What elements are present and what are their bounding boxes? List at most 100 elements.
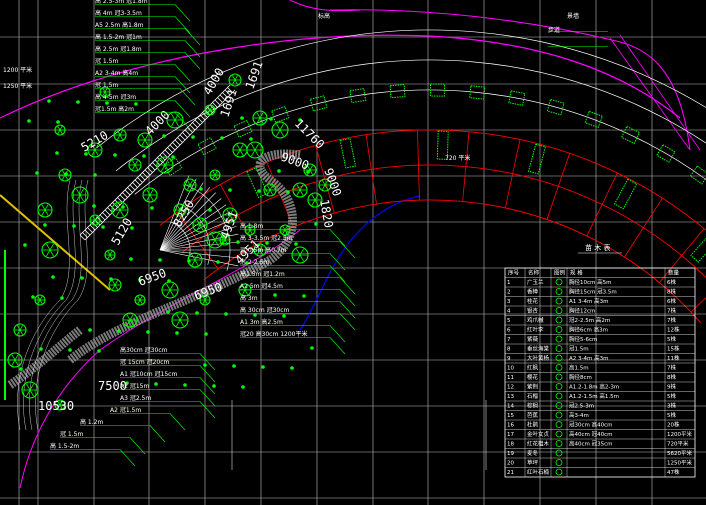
tree-symbol xyxy=(142,187,158,203)
table-cell: 7株 xyxy=(667,364,676,372)
shrub-dot xyxy=(212,384,216,388)
shrub-dot xyxy=(105,101,109,105)
water-edge xyxy=(299,195,421,331)
tree-branch xyxy=(144,139,149,146)
shrub-dot xyxy=(158,258,162,262)
tree-branch xyxy=(111,280,116,286)
table-cell: 胸径12cm xyxy=(569,307,595,315)
tree-branch xyxy=(276,129,281,137)
tree-branch xyxy=(11,359,16,366)
shrub-dot xyxy=(101,225,105,229)
table-cell: 冠1.5m xyxy=(569,346,589,353)
leader-line xyxy=(174,100,191,118)
tree-branch xyxy=(44,209,49,216)
table-cell: 4 xyxy=(507,309,511,315)
tree-branch xyxy=(212,174,216,180)
legend-symbol xyxy=(555,345,563,352)
shrub-dot xyxy=(257,189,261,193)
area-label: 1250 平米 xyxy=(3,82,32,90)
plaza-paving-radial xyxy=(365,134,377,205)
tree-branch xyxy=(59,125,63,131)
table-cell: 7 xyxy=(507,337,511,343)
road-edge xyxy=(329,9,691,151)
leader-line xyxy=(184,40,201,58)
table-cell: 麦冬 xyxy=(527,449,539,457)
tree-symbol xyxy=(104,249,116,261)
leader-line xyxy=(174,112,191,130)
tree-branch xyxy=(186,180,191,186)
tree-branch xyxy=(91,149,96,156)
tree-branch xyxy=(179,313,184,321)
boardwalk-plank xyxy=(124,189,131,196)
plaza-paving-radial xyxy=(690,297,706,313)
table-cell: 21 xyxy=(507,470,514,476)
tree-branch xyxy=(179,319,184,327)
tree-branch xyxy=(59,129,63,135)
table-cell: 鸡爪槭 xyxy=(527,316,544,324)
tree-symbol xyxy=(279,224,291,236)
hedge-block xyxy=(689,165,706,185)
leader-label: A2 冠1.5m xyxy=(110,407,141,414)
table-cell: 3 xyxy=(507,299,511,305)
leader-label: A2 3-4m 高4m xyxy=(95,69,138,77)
tree-branch xyxy=(57,125,61,131)
boardwalk-plank xyxy=(129,184,136,191)
boardwalk-plank xyxy=(164,149,171,156)
boardwalk-plank xyxy=(134,179,141,186)
table-cell: 冠2.5-3m xyxy=(569,403,594,410)
leader-label: 冠 0.5m 高0.7m xyxy=(240,246,287,254)
dimension-label: 4951 xyxy=(218,209,241,241)
tree-branch xyxy=(149,194,154,201)
leader-line xyxy=(199,389,216,407)
shrub-dot xyxy=(55,151,59,155)
leader-line xyxy=(174,64,191,82)
table-header: 序号 xyxy=(508,269,520,277)
shrub-dot xyxy=(171,155,175,159)
table-cell: 胸径8cm xyxy=(569,373,592,381)
tree-branch xyxy=(171,119,176,127)
tree-branch xyxy=(39,295,43,301)
table-cell: 5620平米 xyxy=(667,449,692,457)
tree-branch xyxy=(311,199,316,206)
table-cell: 6 xyxy=(507,328,511,334)
shrub-dot xyxy=(240,116,244,120)
boardwalk-plank xyxy=(182,132,188,138)
tree-branch xyxy=(276,123,281,131)
table-cell: 720平米 xyxy=(667,440,689,448)
tree-branch xyxy=(254,143,259,151)
tree-branch xyxy=(247,229,251,235)
leader-line xyxy=(149,425,166,443)
tree-symbol xyxy=(54,124,66,136)
leader-line xyxy=(339,277,356,295)
leader-line xyxy=(339,313,356,331)
tree-branch xyxy=(111,284,116,290)
tree-branch xyxy=(254,149,259,157)
tree-branch xyxy=(296,254,301,262)
table-cell: 冠2-2.5m 高2m xyxy=(569,316,610,324)
boardwalk-plank xyxy=(189,124,196,131)
shrub-dot xyxy=(175,331,179,335)
shrub-dot xyxy=(249,137,253,141)
tree-branch xyxy=(249,229,253,235)
table-cell: 樱花 xyxy=(527,373,539,381)
tree-branch xyxy=(139,295,143,301)
area-label: 1200 平米 xyxy=(3,66,32,74)
boardwalk-plank xyxy=(167,147,173,153)
table-cell: 胸径5-6cm xyxy=(569,335,597,343)
boardwalk-plank xyxy=(184,129,191,136)
table-cell: 12 xyxy=(507,385,514,391)
table-cell: 7株 xyxy=(667,307,676,315)
legend-symbol xyxy=(555,459,563,466)
tree-symbol xyxy=(291,246,309,264)
table-cell: 广玉兰 xyxy=(527,278,544,286)
leader-label: 冠 2-2.5m xyxy=(240,259,269,266)
tree-branch xyxy=(211,239,216,247)
tree-branch xyxy=(251,149,256,157)
boardwalk-plank xyxy=(194,119,201,126)
tree-symbol xyxy=(161,281,179,299)
legend-symbol xyxy=(555,373,563,381)
boardwalk-plank xyxy=(87,227,93,233)
boardwalk-plank xyxy=(99,214,106,221)
tree-symbol xyxy=(156,156,174,174)
shrub-dot xyxy=(154,382,158,386)
